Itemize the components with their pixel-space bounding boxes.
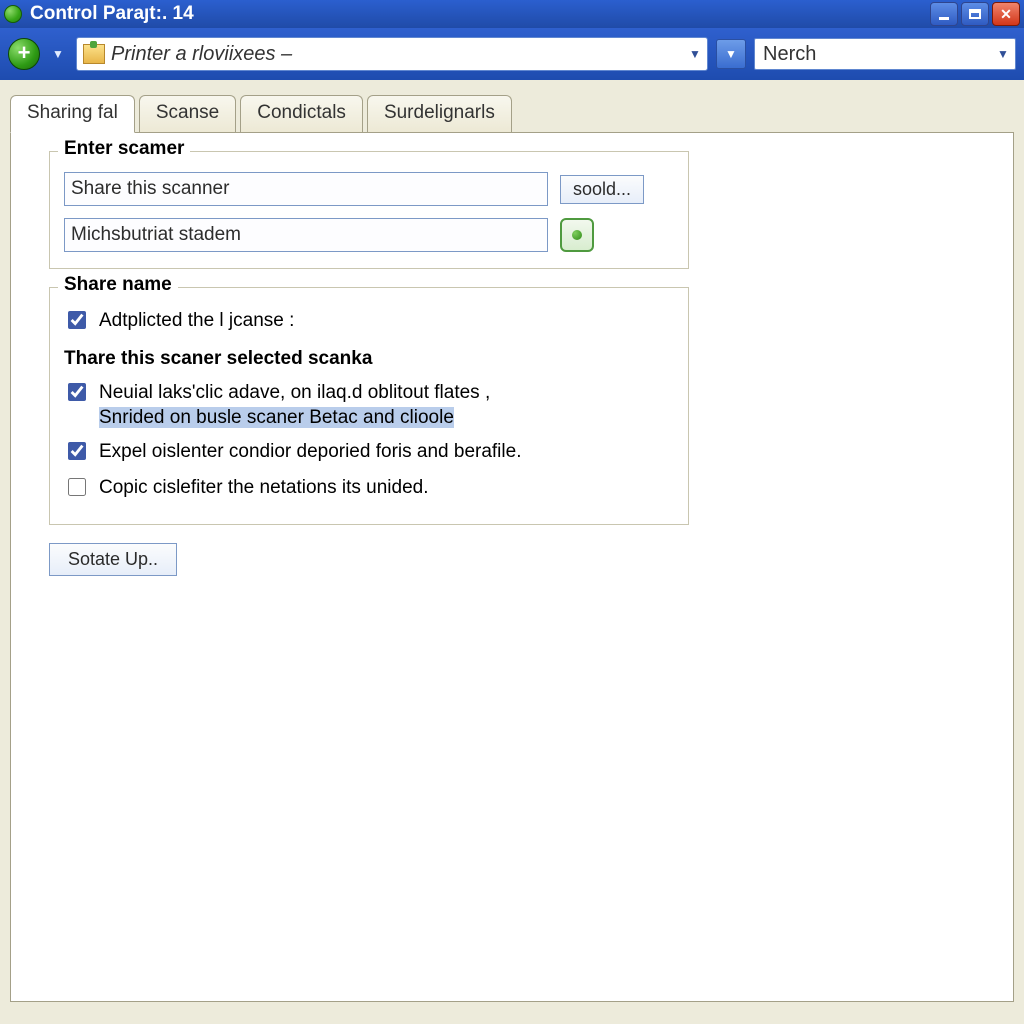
checkbox-neuial[interactable] bbox=[68, 383, 86, 401]
sotate-up-button[interactable]: Sotate Up.. bbox=[49, 543, 177, 576]
group-share-name: Share name Adtplicted the l jcanse : Tha… bbox=[49, 287, 689, 525]
checkbox-label: Neuial laks'clic adave, on ilaq.d oblito… bbox=[99, 380, 490, 431]
maximize-icon bbox=[969, 9, 981, 19]
search-combo[interactable]: Nerch ▼ bbox=[754, 38, 1016, 70]
folder-icon bbox=[83, 44, 105, 64]
minimize-button[interactable] bbox=[930, 2, 958, 26]
go-button[interactable]: ▼ bbox=[716, 39, 746, 69]
search-text: Nerch bbox=[755, 43, 991, 66]
checkbox-adtplicted[interactable] bbox=[68, 311, 86, 329]
close-icon bbox=[1000, 6, 1012, 23]
secondary-input[interactable] bbox=[64, 218, 548, 252]
tab-scanse[interactable]: Scanse bbox=[139, 95, 236, 132]
tab-surdelignarls[interactable]: Surdelignarls bbox=[367, 95, 512, 132]
minimize-icon bbox=[939, 17, 949, 20]
soold-button[interactable]: soold... bbox=[560, 175, 644, 204]
scanner-icon bbox=[572, 230, 582, 240]
tab-label: Sharing fal bbox=[27, 102, 118, 123]
group-enter-scanner: Enter scamer soold... bbox=[49, 151, 689, 269]
checkbox-label: Adtplicted the l jcanse : bbox=[99, 308, 294, 334]
toolbar: + ▼ Printer a rloviixees – ▼ ▼ Nerch ▼ bbox=[0, 28, 1024, 80]
chevron-down-icon: ▼ bbox=[991, 47, 1015, 61]
checkbox-label: Copic cislefiter the netations its unide… bbox=[99, 475, 429, 501]
close-button[interactable] bbox=[992, 2, 1020, 26]
group-legend: Share name bbox=[58, 274, 178, 296]
window-title: Control Paraȷt:. 14 bbox=[30, 3, 194, 25]
chevron-down-icon: ▼ bbox=[683, 38, 707, 70]
tab-label: Scanse bbox=[156, 102, 219, 123]
add-button[interactable]: + bbox=[8, 38, 40, 70]
share-scanner-input[interactable] bbox=[64, 172, 548, 206]
highlighted-text: Snrided on busle scaner Betac and cliool… bbox=[99, 407, 454, 428]
plus-icon: + bbox=[18, 40, 31, 66]
titlebar: Control Paraȷt:. 14 bbox=[0, 0, 1024, 28]
checkbox-expel[interactable] bbox=[68, 442, 86, 460]
sub-legend: Thare this scaner selected scanka bbox=[64, 348, 674, 370]
tab-sharing[interactable]: Sharing fal bbox=[10, 95, 135, 133]
checkbox-label: Expel oislenter condior deporied foris a… bbox=[99, 439, 521, 465]
add-dropdown-caret[interactable]: ▼ bbox=[48, 39, 68, 69]
checkbox-copic[interactable] bbox=[68, 478, 86, 496]
tab-condictals[interactable]: Condictals bbox=[240, 95, 363, 132]
address-combo-text: Printer a rloviixees – bbox=[111, 43, 683, 66]
scanner-icon-button[interactable] bbox=[560, 218, 594, 252]
tab-label: Surdelignarls bbox=[384, 102, 495, 123]
tabstrip: Sharing fal Scanse Condictals Surdeligna… bbox=[0, 80, 1024, 132]
tab-panel-sharing: Enter scamer soold... Share name Adtplic… bbox=[10, 132, 1014, 1002]
tab-label: Condictals bbox=[257, 102, 346, 123]
group-legend: Enter scamer bbox=[58, 138, 190, 160]
maximize-button[interactable] bbox=[961, 2, 989, 26]
address-combo[interactable]: Printer a rloviixees – ▼ bbox=[76, 37, 708, 71]
app-icon bbox=[4, 5, 22, 23]
